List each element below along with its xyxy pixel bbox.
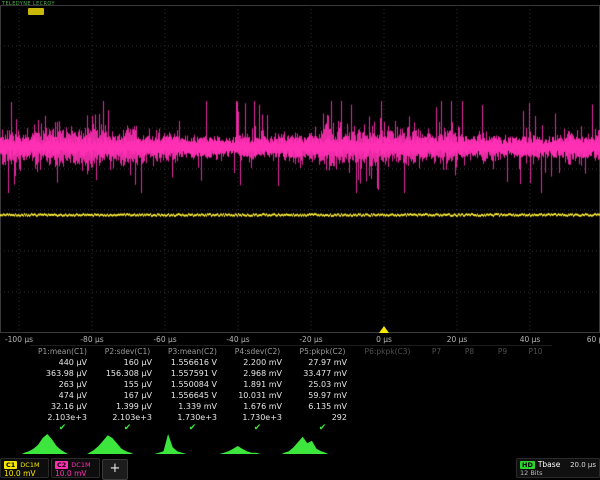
- measure-sdev: 1.339 mV: [160, 401, 225, 412]
- measure-min: 1.550084 V: [160, 379, 225, 390]
- measure-sdev: 1.399 µV: [95, 401, 160, 412]
- measure-value: 440 µV: [30, 357, 95, 368]
- measure-header[interactable]: P8: [453, 346, 486, 357]
- measure-min: 155 µV: [95, 379, 160, 390]
- channel-c2-descriptor[interactable]: C2 DC1M 10.0 mV: [51, 458, 100, 478]
- channel-c2-chip: C2: [55, 461, 68, 469]
- measure-col-p5[interactable]: P5:pkpk(C2) 27.97 mV 33.477 mV 25.03 mV …: [290, 346, 355, 434]
- time-axis-label: -20 µs: [299, 335, 322, 344]
- time-axis-label: -60 µs: [153, 335, 176, 344]
- measure-col-p6[interactable]: P6:pkpk(C3): [355, 346, 420, 357]
- measure-header[interactable]: P9: [486, 346, 519, 357]
- timebase-descriptor[interactable]: HD Tbase 20.0 µs 12 Bits: [516, 458, 600, 478]
- measure-value: 1.556616 V: [160, 357, 225, 368]
- measure-col-p4[interactable]: P4:sdev(C2) 2.200 mV 2.968 mV 1.891 mV 1…: [225, 346, 290, 434]
- channel-c1-scale: 10.0 mV: [4, 469, 45, 478]
- measurement-table: P1:mean(C1) 440 µV 363.98 µV 263 µV 474 …: [30, 345, 552, 434]
- measure-min: 263 µV: [30, 379, 95, 390]
- measure-sdev: 6.135 mV: [290, 401, 355, 412]
- measure-col-p2[interactable]: P2:sdev(C1) 160 µV 156.308 µV 155 µV 167…: [95, 346, 160, 434]
- histicon-p4[interactable]: [217, 433, 263, 455]
- time-axis-label: 60 µs: [587, 335, 600, 344]
- measure-header[interactable]: P1:mean(C1): [30, 346, 95, 357]
- time-axis-label: -80 µs: [80, 335, 103, 344]
- time-axis-label: 0 µs: [376, 335, 392, 344]
- channel-c1-descriptor[interactable]: C1 DC1M 10.0 mV: [0, 458, 49, 478]
- time-axis-label: -100 µs: [5, 335, 33, 344]
- histicon-p2[interactable]: [87, 433, 133, 455]
- measure-num: 292: [290, 412, 355, 423]
- measure-num: 1.730e+3: [225, 412, 290, 423]
- measure-max: 167 µV: [95, 390, 160, 401]
- histicon-p3[interactable]: [152, 433, 198, 455]
- measure-col-p8[interactable]: P8: [453, 346, 486, 357]
- measure-col-p7[interactable]: P7: [420, 346, 453, 357]
- timebase-bits: 12 Bits: [520, 469, 596, 478]
- measure-num: 2.103e+3: [30, 412, 95, 423]
- measure-header[interactable]: P2:sdev(C1): [95, 346, 160, 357]
- measure-max: 59.97 mV: [290, 390, 355, 401]
- measure-col-p1[interactable]: P1:mean(C1) 440 µV 363.98 µV 263 µV 474 …: [30, 346, 95, 434]
- measure-sdev: 32.16 µV: [30, 401, 95, 412]
- measure-header[interactable]: P4:sdev(C2): [225, 346, 290, 357]
- measure-header[interactable]: P7: [420, 346, 453, 357]
- measure-value: 27.97 mV: [290, 357, 355, 368]
- measure-mean: 2.968 mV: [225, 368, 290, 379]
- measure-max: 1.556645 V: [160, 390, 225, 401]
- channel-c2-coupling: DC1M: [71, 461, 90, 469]
- measure-col-p9[interactable]: P9: [486, 346, 519, 357]
- histicon-p1[interactable]: [22, 433, 68, 455]
- timebase-scale: 20.0 µs: [570, 461, 596, 469]
- channel-c2-scale: 10.0 mV: [55, 469, 96, 478]
- measure-mean: 1.557591 V: [160, 368, 225, 379]
- measure-header[interactable]: P6:pkpk(C3): [355, 346, 420, 357]
- measure-min: 1.891 mV: [225, 379, 290, 390]
- measure-value: 2.200 mV: [225, 357, 290, 368]
- histicon-p5[interactable]: [282, 433, 328, 455]
- channel-c1-coupling: DC1M: [20, 461, 39, 469]
- measure-col-p10[interactable]: P10: [519, 346, 552, 357]
- measure-min: 25.03 mV: [290, 379, 355, 390]
- time-axis-label: 20 µs: [447, 335, 468, 344]
- measure-header[interactable]: P10: [519, 346, 552, 357]
- measure-mean: 156.308 µV: [95, 368, 160, 379]
- waveform-display[interactable]: [0, 5, 600, 333]
- measure-max: 474 µV: [30, 390, 95, 401]
- measure-num: 1.730e+3: [160, 412, 225, 423]
- time-axis-label: -40 µs: [226, 335, 249, 344]
- timebase-label: Tbase: [538, 460, 560, 469]
- measure-mean: 363.98 µV: [30, 368, 95, 379]
- oscilloscope-screen: TELEDYNE LECROY -100 µs -80 µs -60 µs -4…: [0, 0, 600, 480]
- hd-badge: HD: [520, 461, 535, 469]
- measure-header[interactable]: P3:mean(C2): [160, 346, 225, 357]
- trigger-time-marker-icon[interactable]: [379, 326, 389, 333]
- measure-max: 10.031 mV: [225, 390, 290, 401]
- measure-value: 160 µV: [95, 357, 160, 368]
- channel-c1-chip: C1: [4, 461, 17, 469]
- measure-header[interactable]: P5:pkpk(C2): [290, 346, 355, 357]
- measure-num: 2.103e+3: [95, 412, 160, 423]
- time-axis-label: 40 µs: [520, 335, 541, 344]
- measure-mean: 33.477 mV: [290, 368, 355, 379]
- measure-sdev: 1.676 mV: [225, 401, 290, 412]
- add-trace-button[interactable]: +: [102, 459, 128, 480]
- measure-col-p3[interactable]: P3:mean(C2) 1.556616 V 1.557591 V 1.5500…: [160, 346, 225, 434]
